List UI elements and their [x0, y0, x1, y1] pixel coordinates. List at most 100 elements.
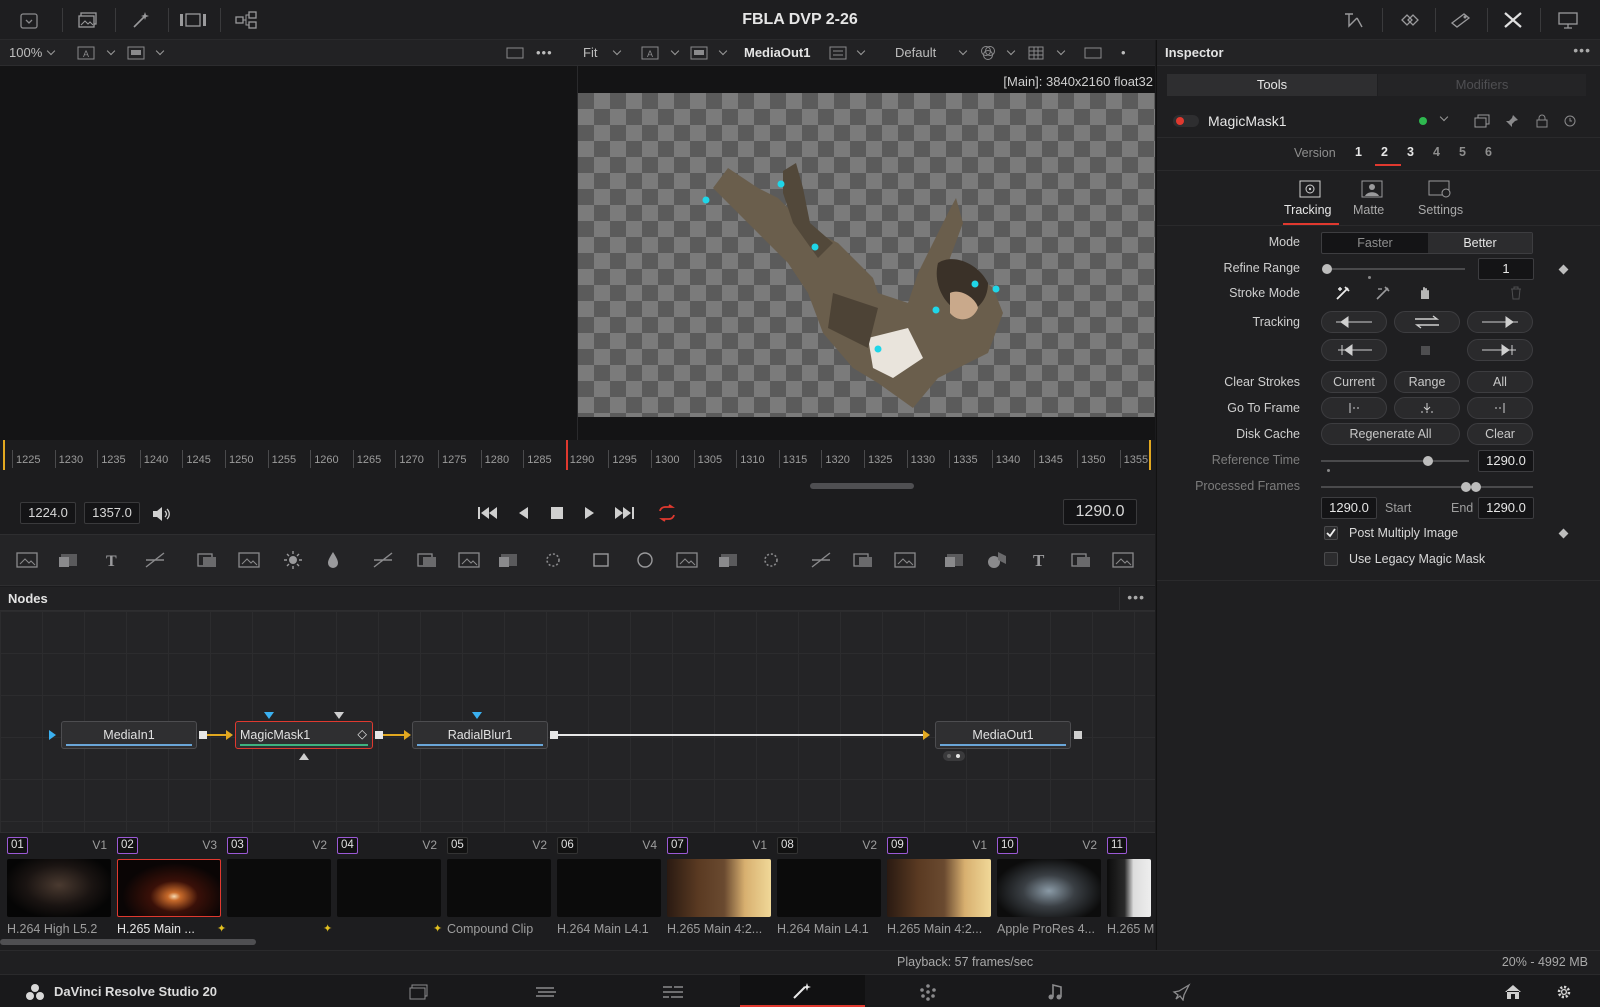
- grid-icon[interactable]: [1026, 45, 1046, 61]
- pin-icon[interactable]: [1503, 112, 1521, 130]
- polygon-icon[interactable]: [674, 548, 700, 572]
- in-point-marker[interactable]: [3, 440, 5, 470]
- node-radialblur1[interactable]: RadialBlur1: [412, 721, 548, 749]
- processed-end-field[interactable]: 1290.0: [1478, 497, 1534, 519]
- channel-a-icon[interactable]: A: [76, 45, 96, 61]
- mode-faster[interactable]: Faster: [1322, 233, 1428, 253]
- effect-mask-input[interactable]: [472, 712, 482, 719]
- render3d-icon[interactable]: [1110, 548, 1136, 572]
- tool-enable-toggle[interactable]: [1173, 115, 1199, 127]
- subtab-matte[interactable]: Matte: [1353, 203, 1384, 217]
- refine-range-field[interactable]: 1: [1478, 258, 1534, 280]
- processed-start-knob[interactable]: [1461, 482, 1471, 492]
- clear-current-button[interactable]: Current: [1321, 371, 1387, 393]
- right-viewer[interactable]: [Main]: 3840x2160 float32: [578, 66, 1155, 440]
- clear-all-button[interactable]: All: [1467, 371, 1533, 393]
- fullscreen-icon[interactable]: [1555, 9, 1581, 31]
- version-3[interactable]: 3: [1407, 145, 1414, 159]
- node-mediain1[interactable]: MediaIn1: [61, 721, 197, 749]
- hand-icon[interactable]: [1415, 283, 1435, 303]
- paint-icon[interactable]: [142, 548, 168, 572]
- deliver-page-icon[interactable]: [1170, 983, 1192, 1001]
- spline-icon[interactable]: [1342, 9, 1366, 31]
- keyframe-diamond[interactable]: [1558, 264, 1569, 275]
- right-zoom-value[interactable]: Fit: [583, 40, 597, 66]
- channel-a-icon[interactable]: A: [640, 45, 660, 61]
- clip-thumbnail[interactable]: [7, 859, 111, 917]
- out-point-marker[interactable]: [1149, 440, 1151, 470]
- text-icon[interactable]: T: [100, 548, 126, 572]
- fusion-page-tab[interactable]: [740, 975, 865, 1007]
- render-end-field[interactable]: 1357.0: [84, 502, 140, 524]
- metadata-icon[interactable]: [1448, 9, 1474, 31]
- view-indicator[interactable]: [943, 751, 965, 761]
- mode-better[interactable]: Better: [1428, 233, 1532, 253]
- nodes-options-icon[interactable]: •••: [1127, 589, 1145, 605]
- ruler-scrollbar[interactable]: [810, 483, 914, 489]
- version-1[interactable]: 1: [1355, 145, 1362, 159]
- loop-icon[interactable]: [654, 502, 680, 524]
- color-tag[interactable]: [1419, 117, 1427, 125]
- output-port[interactable]: [375, 731, 383, 739]
- current-frame-field[interactable]: 1290.0: [1063, 499, 1137, 525]
- clip-thumbnail[interactable]: [1107, 859, 1151, 917]
- goto-first-button[interactable]: [1321, 397, 1387, 419]
- dropdown-toggle-icon[interactable]: [18, 11, 40, 31]
- node-mediaout1[interactable]: MediaOut1: [935, 721, 1071, 749]
- brightness-icon[interactable]: [280, 548, 306, 572]
- clip-thumbnail[interactable]: [117, 859, 221, 917]
- clips-scrollbar[interactable]: [0, 939, 256, 945]
- clip-thumbnail[interactable]: [667, 859, 771, 917]
- merge3d-icon[interactable]: [984, 548, 1010, 572]
- effect-mask-input[interactable]: [264, 712, 274, 719]
- stop-tracking-icon[interactable]: [1421, 346, 1430, 355]
- blur-drop-icon[interactable]: [320, 548, 346, 572]
- single-viewer-icon[interactable]: [505, 45, 525, 61]
- legacy-magic-mask-checkbox[interactable]: [1324, 552, 1338, 566]
- overlay-icon[interactable]: [126, 45, 146, 61]
- playhead[interactable]: [566, 440, 568, 470]
- gear-icon[interactable]: [1553, 983, 1575, 1001]
- clip-thumbnail[interactable]: [557, 859, 661, 917]
- curves-icon[interactable]: [236, 548, 262, 572]
- clip-thumbnail[interactable]: [337, 859, 441, 917]
- pcustom-icon[interactable]: [892, 548, 918, 572]
- text3d-icon[interactable]: T: [1026, 548, 1052, 572]
- viewer-image[interactable]: [578, 93, 1155, 417]
- version-2[interactable]: 2: [1381, 145, 1388, 159]
- subtab-tracking[interactable]: Tracking: [1284, 203, 1331, 217]
- version-4[interactable]: 4: [1433, 145, 1440, 159]
- track-frame-backward-button[interactable]: [1321, 339, 1387, 361]
- goto-last-button[interactable]: [1467, 397, 1533, 419]
- render-start-field[interactable]: 1224.0: [20, 502, 76, 524]
- viewer-node-name[interactable]: MediaOut1: [744, 40, 810, 66]
- trash-icon[interactable]: [1506, 283, 1526, 303]
- clips-icon[interactable]: [178, 10, 208, 30]
- refine-range-knob[interactable]: [1322, 264, 1332, 274]
- output-port[interactable]: [550, 731, 558, 739]
- pemitter-icon[interactable]: [808, 548, 834, 572]
- home-icon[interactable]: [1502, 983, 1524, 1001]
- version-6[interactable]: 6: [1485, 145, 1492, 159]
- lock-icon[interactable]: [1533, 112, 1551, 130]
- left-viewer-options-icon[interactable]: •••: [536, 40, 553, 66]
- reset-icon[interactable]: [1561, 112, 1579, 130]
- roi-icon[interactable]: [828, 45, 848, 61]
- ellipse-icon[interactable]: [632, 548, 658, 572]
- clip-thumbnail[interactable]: [227, 859, 331, 917]
- background-icon[interactable]: [14, 548, 40, 572]
- refine-range-slider[interactable]: [1327, 268, 1465, 270]
- volume-icon[interactable]: [150, 504, 172, 524]
- inspector-tools-icon[interactable]: [1500, 9, 1526, 31]
- versions-icon[interactable]: [1473, 112, 1491, 130]
- processed-end-knob[interactable]: [1471, 482, 1481, 492]
- skip-to-start-icon[interactable]: [476, 503, 500, 523]
- inspector-options-icon[interactable]: •••: [1573, 42, 1591, 58]
- fairlight-page-icon[interactable]: [1044, 983, 1066, 1001]
- bitmap-icon[interactable]: [758, 548, 784, 572]
- shape3d-icon[interactable]: [942, 548, 968, 572]
- clip-thumbnail[interactable]: [997, 859, 1101, 917]
- subtab-settings[interactable]: Settings: [1418, 203, 1463, 217]
- processed-start-field[interactable]: 1290.0: [1321, 497, 1377, 519]
- output-port[interactable]: [199, 731, 207, 739]
